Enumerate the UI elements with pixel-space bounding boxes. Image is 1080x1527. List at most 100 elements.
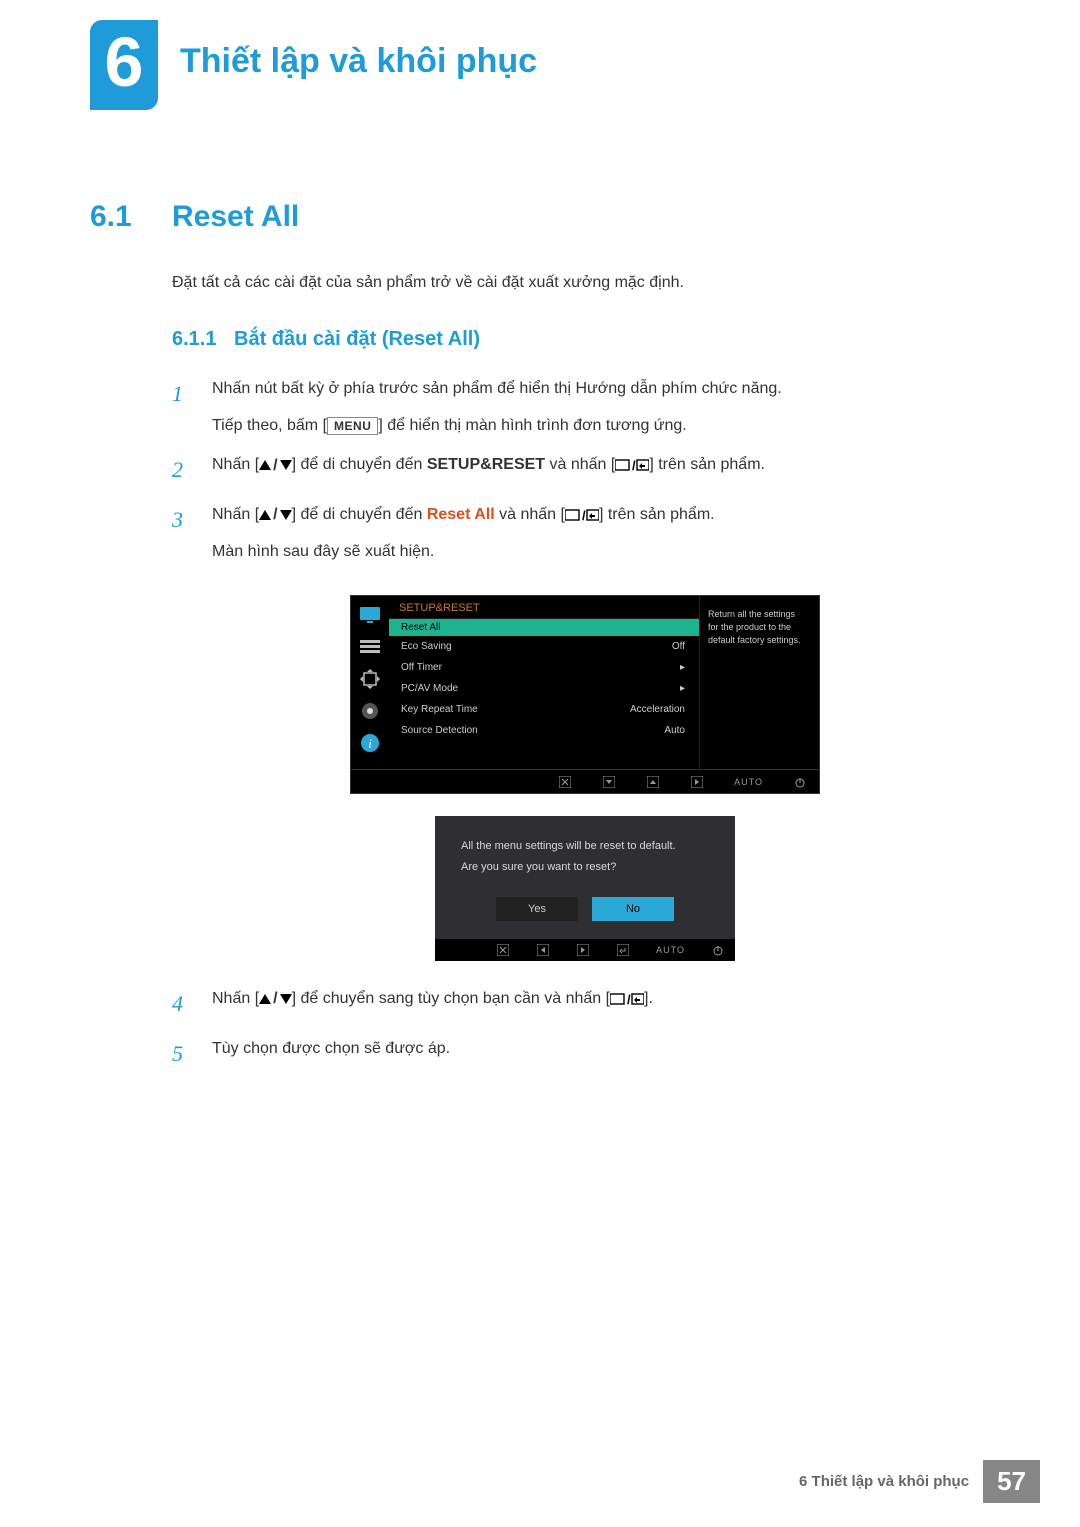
step-text: Nhấn [ <box>212 990 259 1007</box>
step-text: ] để chuyển sang tùy chọn bạn cần và nhấ… <box>292 990 610 1007</box>
osd-row-value: ▸ <box>680 683 685 694</box>
osd-row-value: Acceleration <box>630 704 685 715</box>
step-number: 1 <box>172 375 212 439</box>
osd-bottom-bar: AUTO <box>350 770 820 794</box>
osd-row-label: Reset All <box>401 622 440 633</box>
resize-icon <box>358 668 382 690</box>
step-number: 2 <box>172 451 212 488</box>
step-text: ] để di chuyển đến <box>292 456 427 473</box>
down-icon <box>602 775 616 789</box>
osd-row-value: ▸ <box>680 662 685 673</box>
step-5: 5 Tùy chọn được chọn sẽ được áp. <box>172 1035 980 1072</box>
subsection-number: 6.1.1 <box>172 328 234 351</box>
step-4: 4 Nhấn [/] để chuyển sang tùy chọn bạn c… <box>172 985 980 1022</box>
close-icon <box>496 943 510 957</box>
section-description: Đặt tất cả các cài đặt của sản phẩm trở … <box>172 274 980 292</box>
osd-row-off-timer: Off Timer ▸ <box>389 657 699 678</box>
osd-row-label: Eco Saving <box>401 641 452 652</box>
step-number: 5 <box>172 1035 212 1072</box>
step-text: Nhấn [ <box>212 456 259 473</box>
osd-info-text: Return all the settings <box>708 608 811 621</box>
osd-row-reset-all: Reset All <box>389 619 699 636</box>
osd-menu-title: SETUP&RESET <box>389 596 699 619</box>
dialog-bottom-bar: AUTO <box>435 939 735 961</box>
chapter-title: Thiết lập và khôi phục <box>180 42 537 81</box>
enter-source-icon: / <box>565 508 599 522</box>
reset-confirm-dialog: All the menu settings will be reset to d… <box>435 816 735 961</box>
menu-button-label: MENU <box>327 417 378 435</box>
osd-row-pcav-mode: PC/AV Mode ▸ <box>389 678 699 699</box>
left-icon <box>536 943 550 957</box>
osd-row-value: Auto <box>664 725 685 736</box>
power-icon <box>711 943 725 957</box>
osd-info-panel: Return all the settings for the product … <box>699 596 819 769</box>
enter-source-icon: / <box>610 992 644 1006</box>
step-text: Nhấn nút bất kỳ ở phía trước sản phẩm để… <box>212 380 782 397</box>
power-icon <box>793 775 807 789</box>
step-2: 2 Nhấn [/] để di chuyển đến SETUP&RESET … <box>172 451 980 488</box>
subsection-title: Bắt đầu cài đặt (Reset All) <box>234 328 480 351</box>
gear-icon <box>358 700 382 722</box>
osd-row-eco-saving: Eco Saving Off <box>389 636 699 657</box>
step-text: và nhấn [ <box>545 456 615 473</box>
osd-info-text: default factory settings. <box>708 634 811 647</box>
enter-icon <box>616 943 630 957</box>
up-down-icon: / <box>259 452 291 479</box>
no-button: No <box>592 897 674 921</box>
step-text: ] trên sản phẩm. <box>599 506 715 523</box>
osd-row-label: Key Repeat Time <box>401 704 478 715</box>
step-text: ]. <box>644 990 653 1007</box>
osd-info-text: for the product to the <box>708 621 811 634</box>
section-heading: 6.1 Reset All <box>90 200 980 234</box>
page-footer: 6 Thiết lập và khôi phục 57 <box>799 1460 1040 1503</box>
step-number: 3 <box>172 501 212 566</box>
enter-source-icon: / <box>615 458 649 472</box>
footer-chapter-label: 6 Thiết lập và khôi phục <box>799 1473 969 1490</box>
close-icon <box>558 775 572 789</box>
auto-label: AUTO <box>656 945 685 955</box>
info-icon: i <box>358 732 382 754</box>
osd-row-label: Off Timer <box>401 662 442 673</box>
list-icon <box>358 636 382 658</box>
chapter-header: 6 Thiết lập và khôi phục <box>0 0 1080 110</box>
dialog-text: All the menu settings will be reset to d… <box>461 838 709 855</box>
page-number: 57 <box>983 1460 1040 1503</box>
section-title: Reset All <box>172 200 299 234</box>
up-down-icon: / <box>259 501 291 528</box>
step-text: và nhấn [ <box>495 506 565 523</box>
chapter-number-badge: 6 <box>90 20 158 110</box>
step-text: Tùy chọn được chọn sẽ được áp. <box>212 1040 450 1057</box>
right-icon <box>690 775 704 789</box>
monitor-icon <box>358 604 382 626</box>
up-down-icon: / <box>259 985 291 1012</box>
svg-text:/: / <box>632 458 636 472</box>
osd-row-label: PC/AV Mode <box>401 683 458 694</box>
step-text: ] để di chuyển đến <box>292 506 427 523</box>
osd-side-icons: i <box>351 596 389 769</box>
osd-row-key-repeat: Key Repeat Time Acceleration <box>389 699 699 720</box>
section-number: 6.1 <box>90 200 172 234</box>
osd-row-label: Source Detection <box>401 725 478 736</box>
svg-text:/: / <box>582 508 586 522</box>
right-icon <box>576 943 590 957</box>
yes-button: Yes <box>496 897 578 921</box>
svg-text:i: i <box>368 736 372 751</box>
svg-text:/: / <box>627 992 631 1006</box>
osd-row-value: Off <box>672 641 685 652</box>
step-text: ] để hiển thị màn hình trình đơn tương ứ… <box>378 417 686 434</box>
step-1: 1 Nhấn nút bất kỳ ở phía trước sản phẩm … <box>172 375 980 439</box>
step-3: 3 Nhấn [/] để di chuyển đến Reset All và… <box>172 501 980 566</box>
subsection-heading: 6.1.1 Bắt đầu cài đặt (Reset All) <box>172 328 980 351</box>
step-text: Nhấn [ <box>212 506 259 523</box>
keyword-reset-all: Reset All <box>427 506 495 523</box>
auto-label: AUTO <box>734 777 763 787</box>
osd-row-source-detection: Source Detection Auto <box>389 720 699 741</box>
dialog-text: Are you sure you want to reset? <box>461 859 709 876</box>
keyword-setup-reset: SETUP&RESET <box>427 456 545 473</box>
step-text: Màn hình sau đây sẽ xuất hiện. <box>212 538 980 565</box>
step-number: 4 <box>172 985 212 1022</box>
step-text: Tiếp theo, bấm [ <box>212 417 327 434</box>
osd-menu-screenshot: i SETUP&RESET Reset All Eco Saving Off Of… <box>350 595 980 794</box>
up-icon <box>646 775 660 789</box>
step-text: ] trên sản phẩm. <box>649 456 765 473</box>
